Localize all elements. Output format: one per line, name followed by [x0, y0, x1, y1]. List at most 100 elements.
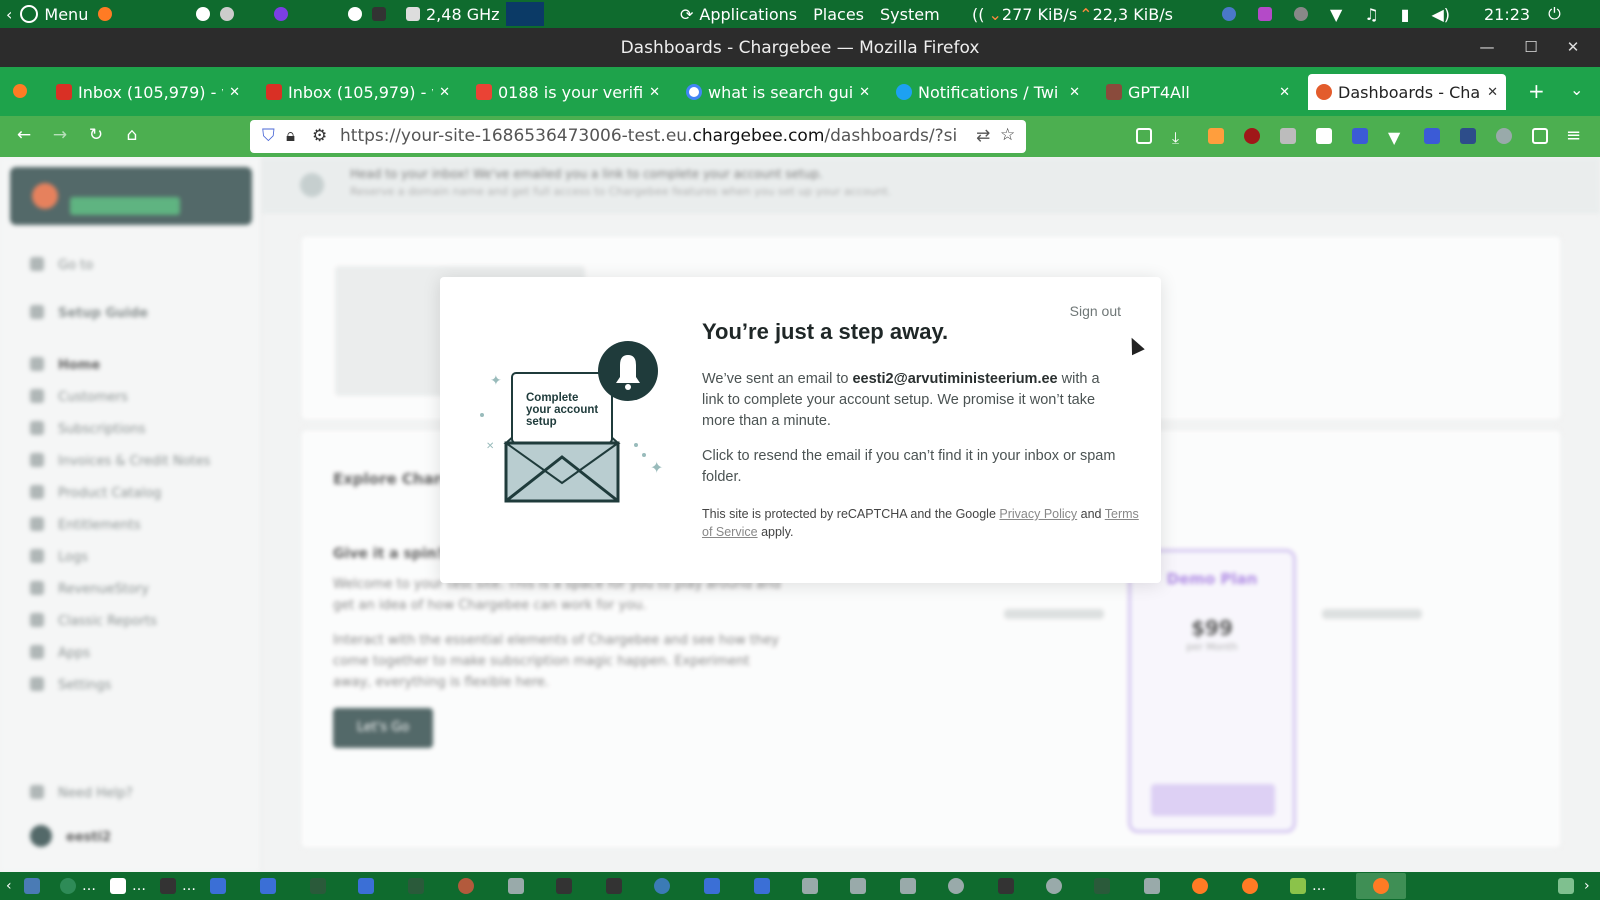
pocket-icon[interactable]	[1136, 128, 1152, 144]
id-icon[interactable]	[1424, 128, 1440, 144]
folder-icon[interactable]	[1094, 878, 1110, 894]
forward-arrow-icon[interactable]: →	[48, 125, 72, 145]
taskbar-app-icon[interactable]	[1290, 878, 1306, 894]
volume-icon[interactable]: ◀)	[1431, 5, 1450, 24]
nl-extension-icon[interactable]	[1460, 128, 1476, 144]
sidebar-setup-guide[interactable]: Setup Guide	[30, 305, 148, 321]
sidebar-item-invoices[interactable]: Invoices & Credit Notes	[30, 453, 210, 469]
taskbar-window-icon[interactable]	[358, 878, 374, 894]
firefox-view-icon[interactable]	[13, 84, 27, 98]
maximize-button[interactable]: ☐	[1520, 36, 1542, 58]
new-tab-icon[interactable]: +	[1528, 79, 1545, 103]
cloud-icon[interactable]	[1496, 128, 1512, 144]
qbittorrent-icon[interactable]	[1222, 7, 1236, 21]
folder-icon[interactable]	[408, 878, 424, 894]
taskbar-active-firefox[interactable]	[1356, 873, 1406, 899]
sidebar-need-help[interactable]: Need Help?	[30, 785, 133, 801]
taskbar-app-icon[interactable]	[654, 878, 670, 894]
close-tab-icon[interactable]: ✕	[439, 85, 450, 100]
sidebar-item-classic-reports[interactable]: Classic Reports	[30, 613, 157, 629]
tab-search[interactable]: what is search gui ✕	[678, 74, 878, 110]
extension-gray-icon[interactable]	[1280, 128, 1296, 144]
menu-button[interactable]: ‹ Menu	[6, 0, 113, 28]
folder-icon[interactable]	[310, 878, 326, 894]
bookmark-star-icon[interactable]: ☆	[1000, 125, 1015, 145]
app-purple-icon[interactable]	[274, 7, 288, 21]
taskbar-window-icon[interactable]	[754, 878, 770, 894]
notification-bell-icon[interactable]: ♫	[1364, 5, 1378, 24]
taskbar-scroll-left-icon[interactable]: ‹	[6, 878, 12, 894]
clock[interactable]: 21:23	[1484, 5, 1530, 24]
taskbar-window-icon[interactable]	[210, 878, 226, 894]
close-tab-icon[interactable]: ✕	[859, 85, 870, 100]
taskbar-app-icon[interactable]	[60, 878, 76, 894]
sidebar-item-entitlements[interactable]: Entitlements	[30, 517, 141, 533]
taskbar-app-icon[interactable]	[1046, 878, 1062, 894]
calendar-icon[interactable]	[1316, 128, 1332, 144]
sidebar-user[interactable]: eesti2	[30, 825, 111, 847]
system-menu[interactable]: System	[880, 5, 940, 24]
sidebar-item-apps[interactable]: Apps	[30, 645, 90, 661]
link-icon[interactable]	[1352, 128, 1368, 144]
terminal-icon[interactable]	[160, 878, 176, 894]
info-icon[interactable]	[1294, 7, 1308, 21]
sidebar-item-home[interactable]: Home	[30, 357, 100, 373]
taskbar-scroll-right-icon[interactable]: ›	[1584, 878, 1590, 894]
url-bar[interactable]: ⛉ 🔒︎ ⚙ https://your-site-1686536473006-t…	[250, 120, 1026, 153]
sidebar-item-settings[interactable]: Settings	[30, 677, 111, 693]
permissions-icon[interactable]: ⚙	[312, 126, 327, 146]
lets-go-button[interactable]: Let's Go	[333, 708, 433, 748]
extension-orange-icon[interactable]	[1208, 128, 1224, 144]
places-menu[interactable]: Places	[813, 5, 864, 24]
wifi-icon[interactable]: ▼	[1330, 5, 1342, 24]
taskbar-app-icon[interactable]	[802, 878, 818, 894]
terminal-icon[interactable]	[372, 7, 386, 21]
terminal-icon[interactable]	[606, 878, 622, 894]
list-tabs-chevron-down-icon[interactable]: ⌄	[1570, 80, 1583, 99]
sidebar-item-revenuestory[interactable]: RevenueStory	[30, 581, 149, 597]
taskbar-app-icon[interactable]	[1144, 878, 1160, 894]
shield-icon[interactable]: ⛉	[262, 126, 275, 146]
tab-notifications[interactable]: Notifications / Twi ✕	[888, 74, 1088, 110]
plan-button[interactable]	[1151, 784, 1275, 816]
sidebar-goto[interactable]: Go to	[30, 257, 93, 273]
translate-icon[interactable]: ⇄	[976, 126, 990, 146]
opera-icon[interactable]	[348, 7, 362, 21]
audio-mixer-icon[interactable]	[1258, 7, 1272, 21]
home-icon[interactable]: ⌂	[120, 125, 144, 145]
sidebar-item-customers[interactable]: Customers	[30, 389, 128, 405]
applications-menu[interactable]: Applications	[699, 5, 797, 24]
taskbar-app-icon[interactable]	[850, 878, 866, 894]
sidebar-item-subscriptions[interactable]: Subscriptions	[30, 421, 146, 437]
downloads-icon[interactable]: ⤓	[1172, 128, 1188, 147]
url-text[interactable]: https://your-site-1686536473006-test.eu.…	[340, 126, 960, 146]
firefox-launcher-icon[interactable]	[98, 7, 113, 21]
sidebar-item-logs[interactable]: Logs	[30, 549, 88, 565]
hamburger-menu-icon[interactable]: ≡	[1566, 125, 1581, 146]
taskbar-app-icon[interactable]	[948, 878, 964, 894]
resend-email-message[interactable]: Click to resend the email if you can’t f…	[702, 446, 1122, 488]
text-editor-icon[interactable]	[110, 878, 126, 894]
taskbar-window-icon[interactable]	[704, 878, 720, 894]
show-desktop-icon[interactable]	[24, 878, 40, 894]
power-icon[interactable]: ⏻	[1548, 4, 1561, 24]
close-tab-icon[interactable]: ✕	[649, 85, 660, 100]
reload-icon[interactable]: ↻	[84, 125, 108, 145]
sidebar-item-product-catalog[interactable]: Product Catalog	[30, 485, 161, 501]
sign-out-link[interactable]: Sign out	[1070, 303, 1121, 319]
close-tab-icon[interactable]: ✕	[1279, 85, 1290, 100]
back-arrow-icon[interactable]: ←	[12, 125, 36, 145]
tab-dashboards[interactable]: Dashboards - Char ✕	[1308, 74, 1506, 110]
close-tab-icon[interactable]: ✕	[1069, 85, 1080, 100]
minimize-button[interactable]: —	[1476, 36, 1498, 58]
tab-verification[interactable]: 0188 is your verific ✕	[468, 74, 668, 110]
taskbar-app-icon[interactable]	[900, 878, 916, 894]
taskbar-window-icon[interactable]	[260, 878, 276, 894]
extensions-puzzle-icon[interactable]	[1532, 128, 1548, 144]
filter-icon[interactable]: ▼	[1388, 128, 1404, 147]
firefox-icon[interactable]	[1192, 878, 1208, 894]
taskbar-app-icon[interactable]	[508, 878, 524, 894]
privacy-policy-link[interactable]: Privacy Policy	[999, 507, 1077, 521]
tab-gpt4all[interactable]: GPT4All ✕	[1098, 74, 1298, 110]
battery-icon[interactable]: ▮	[1401, 5, 1410, 24]
